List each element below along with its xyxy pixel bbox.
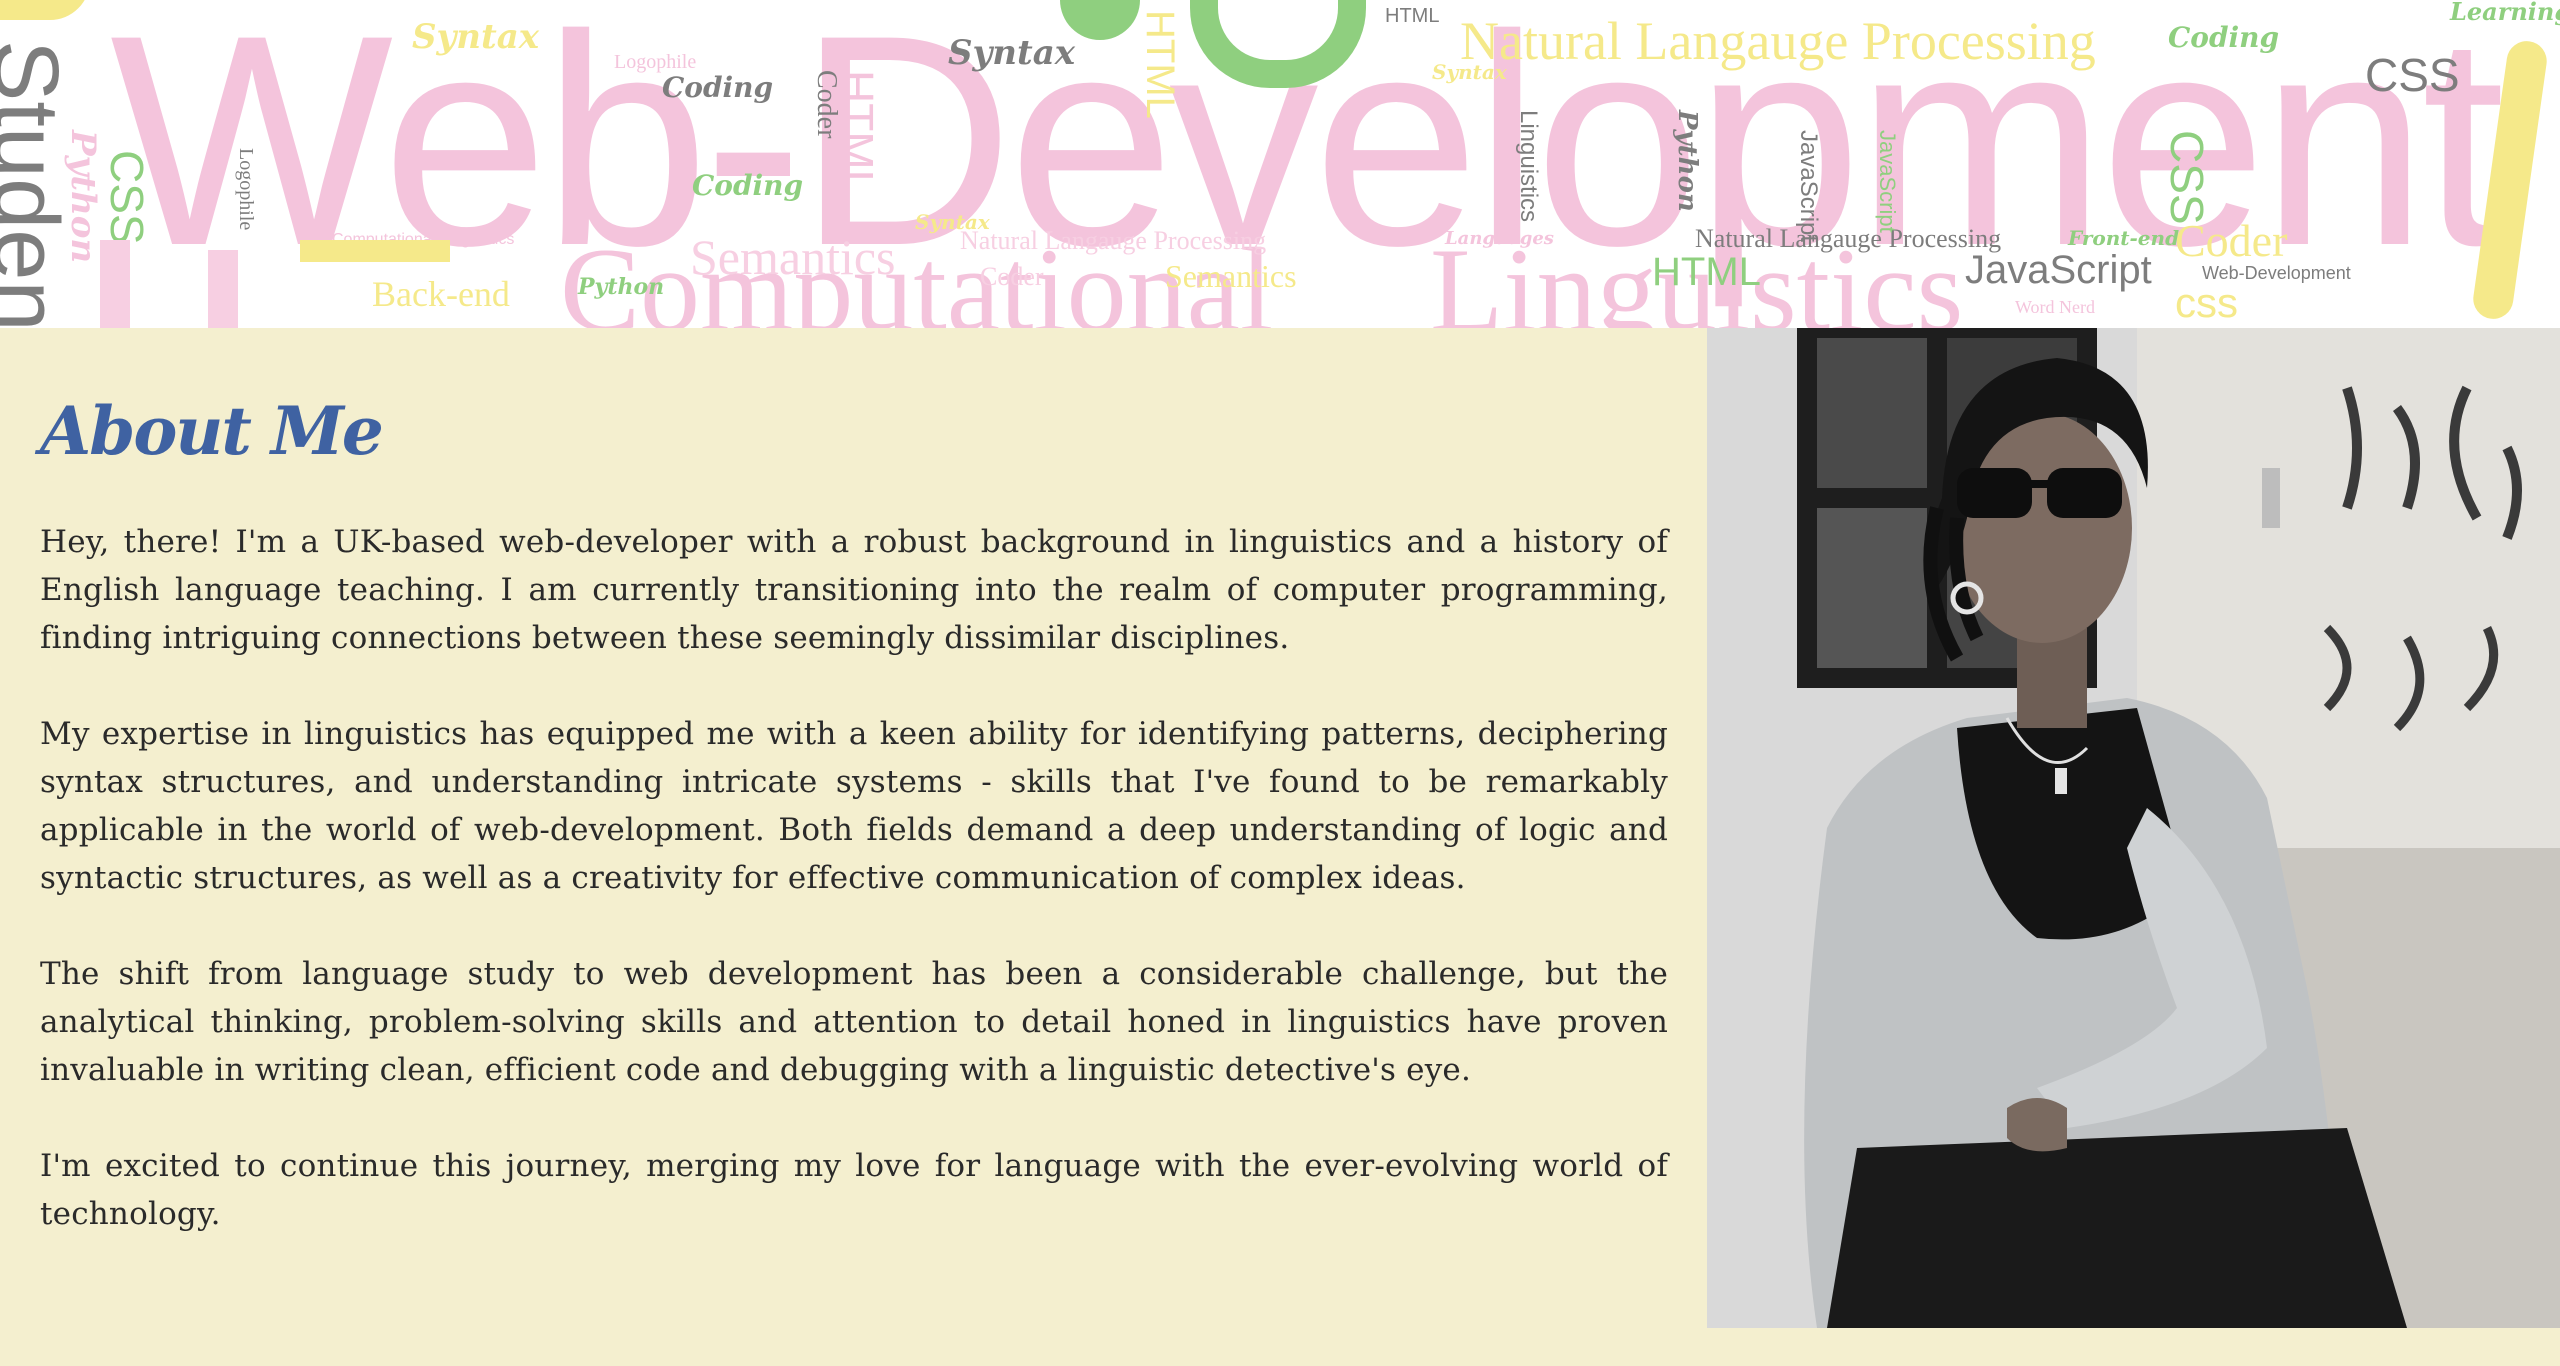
- about-section: About Me Hey, there! I'm a UK-based web-…: [40, 392, 1668, 1286]
- cloud-word: CSS: [101, 150, 153, 245]
- cloud-word: Semantics: [1165, 258, 1297, 294]
- cloud-word: Coding: [662, 71, 774, 104]
- cloud-letter-shape: [0, 0, 90, 20]
- cloud-word: Python: [578, 274, 665, 300]
- cloud-word: Coder: [980, 262, 1044, 291]
- cloud-word: Student: [0, 40, 77, 328]
- cloud-word: Python: [1672, 110, 1702, 212]
- cloud-word: Back-end: [372, 274, 510, 314]
- cloud-word: Syntax: [915, 210, 990, 234]
- cloud-letter-shape: [100, 240, 130, 328]
- cloud-word: HTML: [1138, 10, 1182, 119]
- cloud-word: Logophile: [235, 148, 257, 231]
- cloud-word: Web-Development: [2202, 263, 2351, 283]
- cloud-word: CSS: [2365, 49, 2460, 101]
- cloud-word: Natural Langauge Processing: [960, 226, 1267, 255]
- cloud-word: HTML: [831, 70, 883, 196]
- cloud-word: JavaScript: [1795, 130, 1822, 243]
- cloud-word: Python: [63, 130, 103, 264]
- cloud-word: JavaScript: [1875, 130, 1900, 233]
- cloud-word: Coding: [2168, 21, 2280, 54]
- portrait-illustration: [1707, 328, 2560, 1328]
- cloud-word: Natural Langauge Processing: [1695, 224, 2002, 253]
- cloud-letter-shape: [208, 250, 238, 328]
- about-title: About Me: [40, 392, 384, 470]
- cloud-word: Word Nerd: [2015, 297, 2096, 317]
- cloud-word: Syntax: [1432, 60, 1507, 84]
- cloud-word: Semantics: [690, 229, 896, 285]
- about-paragraph: I'm excited to continue this journey, me…: [40, 1148, 1668, 1232]
- cloud-word: Natural Langauge Processing: [1460, 11, 2096, 71]
- cloud-word: Syntax: [948, 33, 1076, 73]
- cloud-letter-shape: [300, 240, 450, 262]
- cloud-word: CSS: [2161, 130, 2213, 225]
- cloud-word: HTML: [1385, 5, 1440, 27]
- cloud-word: Syntax: [412, 17, 540, 57]
- cloud-word: Front-end: [2068, 226, 2180, 250]
- cloud-word: css: [2175, 279, 2238, 326]
- about-paragraph: My expertise in linguistics has equipped…: [40, 716, 1668, 896]
- about-paragraph: Hey, there! I'm a UK-based web-developer…: [40, 524, 1668, 656]
- cloud-word: Learning: [2450, 0, 2560, 26]
- cloud-word: JavaScript: [1965, 248, 2152, 292]
- about-paragraph: The shift from language study to web dev…: [40, 956, 1668, 1088]
- cloud-word: Languages: [1445, 228, 1554, 249]
- profile-photo: [1707, 328, 2560, 1328]
- cloud-word: Coding: [692, 169, 804, 202]
- cloud-word: HTML: [1652, 250, 1761, 294]
- cloud-word: Logophile: [614, 51, 697, 73]
- cloud-word: Linguistics: [1515, 110, 1542, 223]
- cloud-word: Coder: [2175, 215, 2288, 266]
- word-cloud-banner: Web-Development Computational Linguistic…: [0, 0, 2560, 328]
